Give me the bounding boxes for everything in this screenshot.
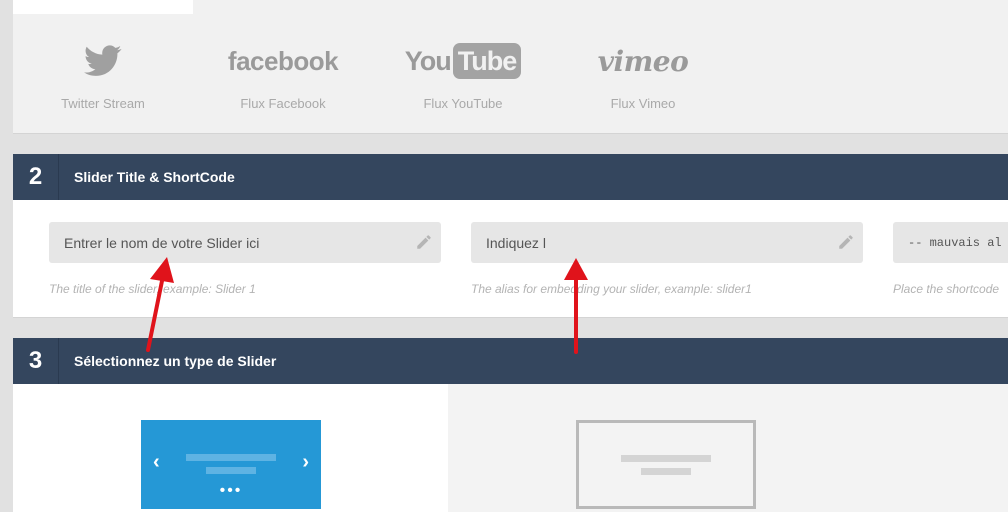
source-facebook[interactable]: facebook Flux Facebook [193,36,373,112]
source-label: Twitter Stream [61,96,145,111]
slider-alias-field[interactable] [471,222,863,263]
slider-alias-hint: The alias for embedding your slider, exa… [471,282,752,296]
thumbnail-title-bar [621,455,711,462]
slider-shortcode-field[interactable] [893,222,1008,263]
section-number: 2 [13,154,59,200]
thumbnail-subtitle-bar [206,467,256,474]
chevron-right-icon: › [302,451,309,473]
slider-title-hint: The title of the slider, example: Slider… [49,282,256,296]
slider-title-field[interactable] [49,222,441,263]
source-youtube[interactable]: You Tube Flux YouTube [373,36,553,111]
section-title: Sélectionnez un type de Slider [74,353,277,369]
thumbnail-subtitle-bar [641,468,691,475]
twitter-bird-icon [13,36,193,86]
source-label: Flux YouTube [423,96,503,111]
vimeo-logo: vimeo [597,44,689,78]
chevron-left-icon: ‹ [153,451,160,473]
slider-alias-input[interactable] [471,222,863,263]
source-label: Flux Facebook [240,96,326,111]
source-type-panel: Twitter Stream facebook Flux Facebook Yo… [13,0,1008,134]
section-title: Slider Title & ShortCode [74,169,235,185]
slider-shortcode-input[interactable] [893,222,1008,263]
slider-type-panel: ‹ › ••• [13,384,1008,512]
source-vimeo[interactable]: vimeo Flux Vimeo [553,36,733,112]
pencil-icon[interactable] [837,233,855,251]
slider-title-input[interactable] [49,222,441,263]
slider-shortcode-hint: Place the shortcode [893,282,1000,296]
section-2-header: 2 Slider Title & ShortCode [13,154,1008,200]
section-number: 3 [13,338,59,384]
section-3-header: 3 Sélectionnez un type de Slider [13,338,1008,384]
slider-type-standard[interactable]: ‹ › ••• [13,384,448,512]
pencil-icon[interactable] [415,233,433,251]
panel-tab-strip [13,0,193,14]
slider-title-shortcode-panel: The title of the slider, example: Slider… [13,200,1008,318]
thumbnail-title-bar [186,454,276,461]
pagination-dots-icon: ••• [219,482,243,499]
slider-type-other-thumbnail[interactable] [576,420,756,509]
slider-type-standard-thumbnail[interactable]: ‹ › ••• [141,420,321,509]
source-twitter[interactable]: Twitter Stream [13,36,193,111]
facebook-logo: facebook [227,45,339,76]
youtube-logo: You Tube [373,36,553,86]
source-label: Flux Vimeo [610,96,676,111]
